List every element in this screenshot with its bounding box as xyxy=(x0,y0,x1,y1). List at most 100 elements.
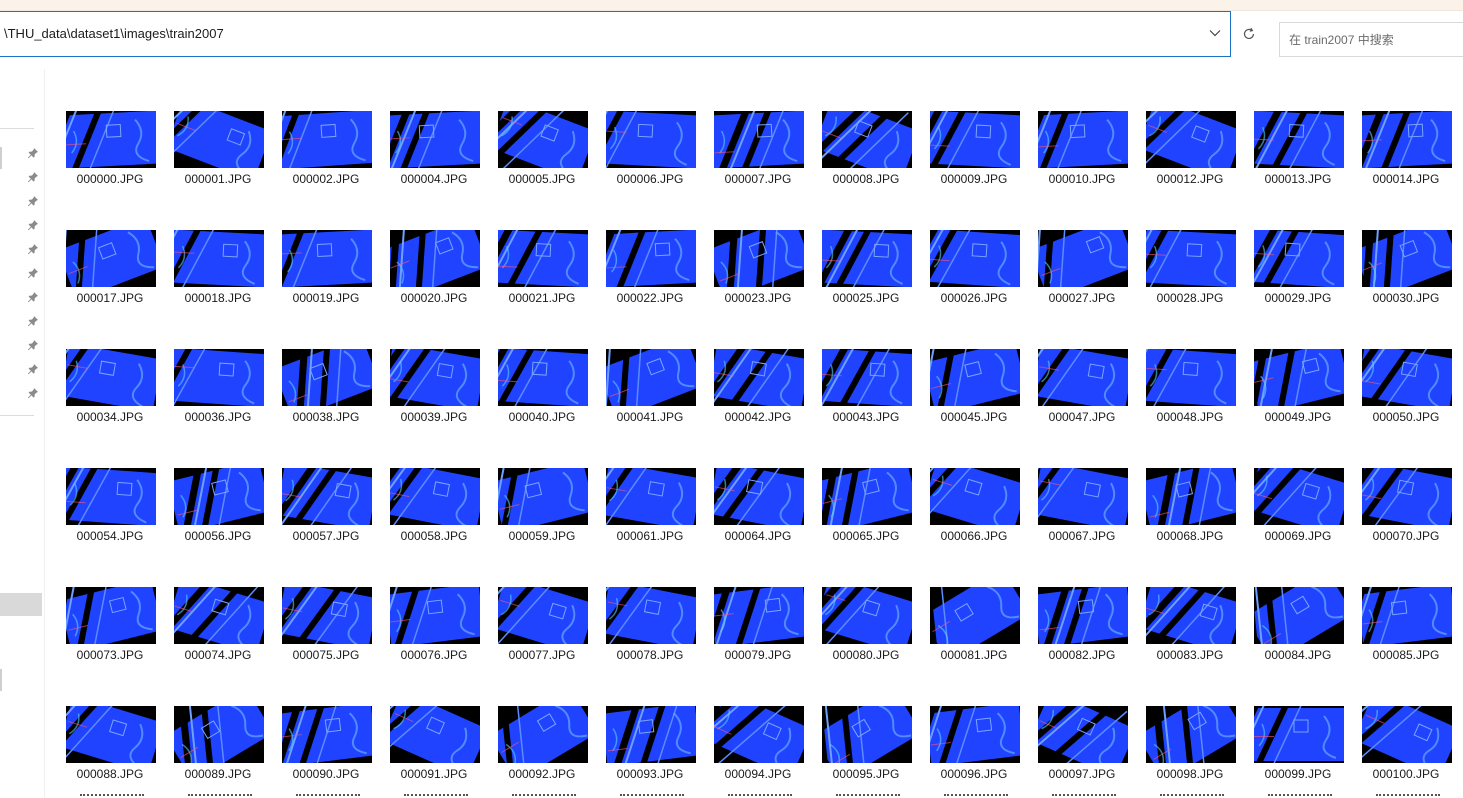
file-thumbnail[interactable] xyxy=(1254,468,1344,525)
file-thumbnail[interactable] xyxy=(282,587,372,644)
file-name[interactable]: 000004.JPG xyxy=(380,172,488,186)
file-item[interactable]: 000057.JPG xyxy=(278,465,374,555)
file-thumbnail[interactable] xyxy=(282,706,372,763)
file-thumbnail[interactable] xyxy=(1038,468,1128,525)
file-item[interactable]: 000012.JPG xyxy=(1142,108,1238,198)
file-thumbnail[interactable] xyxy=(606,468,696,525)
file-thumbnail[interactable] xyxy=(498,706,588,763)
file-item[interactable]: 000006.JPG xyxy=(602,108,698,198)
file-name[interactable]: 000070.JPG xyxy=(1352,529,1460,543)
file-item[interactable]: 000064.JPG xyxy=(710,465,806,555)
file-thumbnail[interactable] xyxy=(174,230,264,287)
file-item[interactable]: 000030.JPG xyxy=(1358,227,1454,317)
file-name[interactable]: 000080.JPG xyxy=(812,648,920,662)
file-thumbnail[interactable] xyxy=(1038,706,1128,763)
file-name[interactable]: 000012.JPG xyxy=(1136,172,1244,186)
file-name[interactable]: 000021.JPG xyxy=(488,291,596,305)
file-thumbnail[interactable] xyxy=(174,349,264,406)
file-item[interactable]: 000008.JPG xyxy=(818,108,914,198)
file-thumbnail[interactable] xyxy=(174,706,264,763)
file-name[interactable]: 000100.JPG xyxy=(1352,767,1460,781)
file-item[interactable]: 000094.JPG xyxy=(710,703,806,793)
file-item[interactable]: 000027.JPG xyxy=(1034,227,1130,317)
file-name[interactable]: 000090.JPG xyxy=(272,767,380,781)
file-name[interactable]: 000081.JPG xyxy=(920,648,1028,662)
file-item[interactable]: 000036.JPG xyxy=(170,346,266,436)
address-bar[interactable]: \THU_data\dataset1\images\train2007 xyxy=(0,11,1231,57)
file-name[interactable]: 000038.JPG xyxy=(272,410,380,424)
file-name[interactable]: 000034.JPG xyxy=(56,410,164,424)
file-thumbnail[interactable] xyxy=(390,706,480,763)
file-thumbnail[interactable] xyxy=(1038,587,1128,644)
file-thumbnail[interactable] xyxy=(282,111,372,168)
file-thumbnail[interactable] xyxy=(1362,587,1452,644)
file-item[interactable]: 000054.JPG xyxy=(62,465,158,555)
file-thumbnail[interactable] xyxy=(498,587,588,644)
file-thumbnail[interactable] xyxy=(174,468,264,525)
file-thumbnail[interactable] xyxy=(1254,230,1344,287)
file-thumbnail[interactable] xyxy=(390,111,480,168)
file-name[interactable]: 000045.JPG xyxy=(920,410,1028,424)
file-thumbnail[interactable] xyxy=(822,349,912,406)
file-item[interactable]: 000091.JPG xyxy=(386,703,482,793)
file-name[interactable]: 000097.JPG xyxy=(1028,767,1136,781)
file-item[interactable]: 000025.JPG xyxy=(818,227,914,317)
file-item[interactable]: 000084.JPG xyxy=(1250,584,1346,674)
file-name[interactable]: 000093.JPG xyxy=(596,767,704,781)
file-item[interactable]: 000040.JPG xyxy=(494,346,590,436)
file-name[interactable]: 000013.JPG xyxy=(1244,172,1352,186)
file-name[interactable]: 000017.JPG xyxy=(56,291,164,305)
file-name[interactable]: 000094.JPG xyxy=(704,767,812,781)
search-input[interactable] xyxy=(1280,23,1463,56)
file-thumbnail[interactable] xyxy=(606,111,696,168)
file-item[interactable]: 000092.JPG xyxy=(494,703,590,793)
file-item[interactable]: 000059.JPG xyxy=(494,465,590,555)
file-name[interactable]: 000092.JPG xyxy=(488,767,596,781)
file-name[interactable]: 000002.JPG xyxy=(272,172,380,186)
file-item[interactable]: 000022.JPG xyxy=(602,227,698,317)
file-item[interactable]: 000085.JPG xyxy=(1358,584,1454,674)
file-name[interactable]: 000007.JPG xyxy=(704,172,812,186)
file-name[interactable]: 000074.JPG xyxy=(164,648,272,662)
file-thumbnail[interactable] xyxy=(498,111,588,168)
file-item[interactable]: 000050.JPG xyxy=(1358,346,1454,436)
file-thumbnail[interactable] xyxy=(390,468,480,525)
file-item[interactable]: 000018.JPG xyxy=(170,227,266,317)
chevron-down-icon[interactable] xyxy=(1203,11,1227,55)
file-name[interactable]: 000056.JPG xyxy=(164,529,272,543)
file-thumbnail[interactable] xyxy=(1146,587,1236,644)
file-name[interactable]: 000064.JPG xyxy=(704,529,812,543)
file-thumbnail[interactable] xyxy=(282,349,372,406)
file-item[interactable]: 000014.JPG xyxy=(1358,108,1454,198)
file-name[interactable]: 000040.JPG xyxy=(488,410,596,424)
file-thumbnail[interactable] xyxy=(1254,706,1344,763)
file-name[interactable]: 000075.JPG xyxy=(272,648,380,662)
file-name[interactable]: 000091.JPG xyxy=(380,767,488,781)
file-item[interactable]: 000083.JPG xyxy=(1142,584,1238,674)
file-item[interactable]: 000028.JPG xyxy=(1142,227,1238,317)
file-name[interactable]: 000028.JPG xyxy=(1136,291,1244,305)
file-item[interactable]: 000069.JPG xyxy=(1250,465,1346,555)
file-name[interactable]: 000018.JPG xyxy=(164,291,272,305)
file-thumbnail[interactable] xyxy=(1146,111,1236,168)
file-thumbnail[interactable] xyxy=(66,111,156,168)
file-item[interactable]: 000000.JPG xyxy=(62,108,158,198)
file-name[interactable]: 000042.JPG xyxy=(704,410,812,424)
file-name[interactable]: 000054.JPG xyxy=(56,529,164,543)
file-thumbnail[interactable] xyxy=(606,706,696,763)
file-name[interactable]: 000014.JPG xyxy=(1352,172,1460,186)
file-item[interactable]: 000067.JPG xyxy=(1034,465,1130,555)
file-name[interactable]: 000043.JPG xyxy=(812,410,920,424)
file-name[interactable]: 000083.JPG xyxy=(1136,648,1244,662)
file-name[interactable]: 000065.JPG xyxy=(812,529,920,543)
file-item[interactable]: 000047.JPG xyxy=(1034,346,1130,436)
file-item[interactable]: 000043.JPG xyxy=(818,346,914,436)
file-item[interactable]: 000034.JPG xyxy=(62,346,158,436)
file-item[interactable]: 000097.JPG xyxy=(1034,703,1130,793)
file-item[interactable]: 000021.JPG xyxy=(494,227,590,317)
file-thumbnail[interactable] xyxy=(66,706,156,763)
file-name[interactable]: 000000.JPG xyxy=(56,172,164,186)
file-name[interactable]: 000076.JPG xyxy=(380,648,488,662)
file-name[interactable]: 000001.JPG xyxy=(164,172,272,186)
file-name[interactable]: 000009.JPG xyxy=(920,172,1028,186)
